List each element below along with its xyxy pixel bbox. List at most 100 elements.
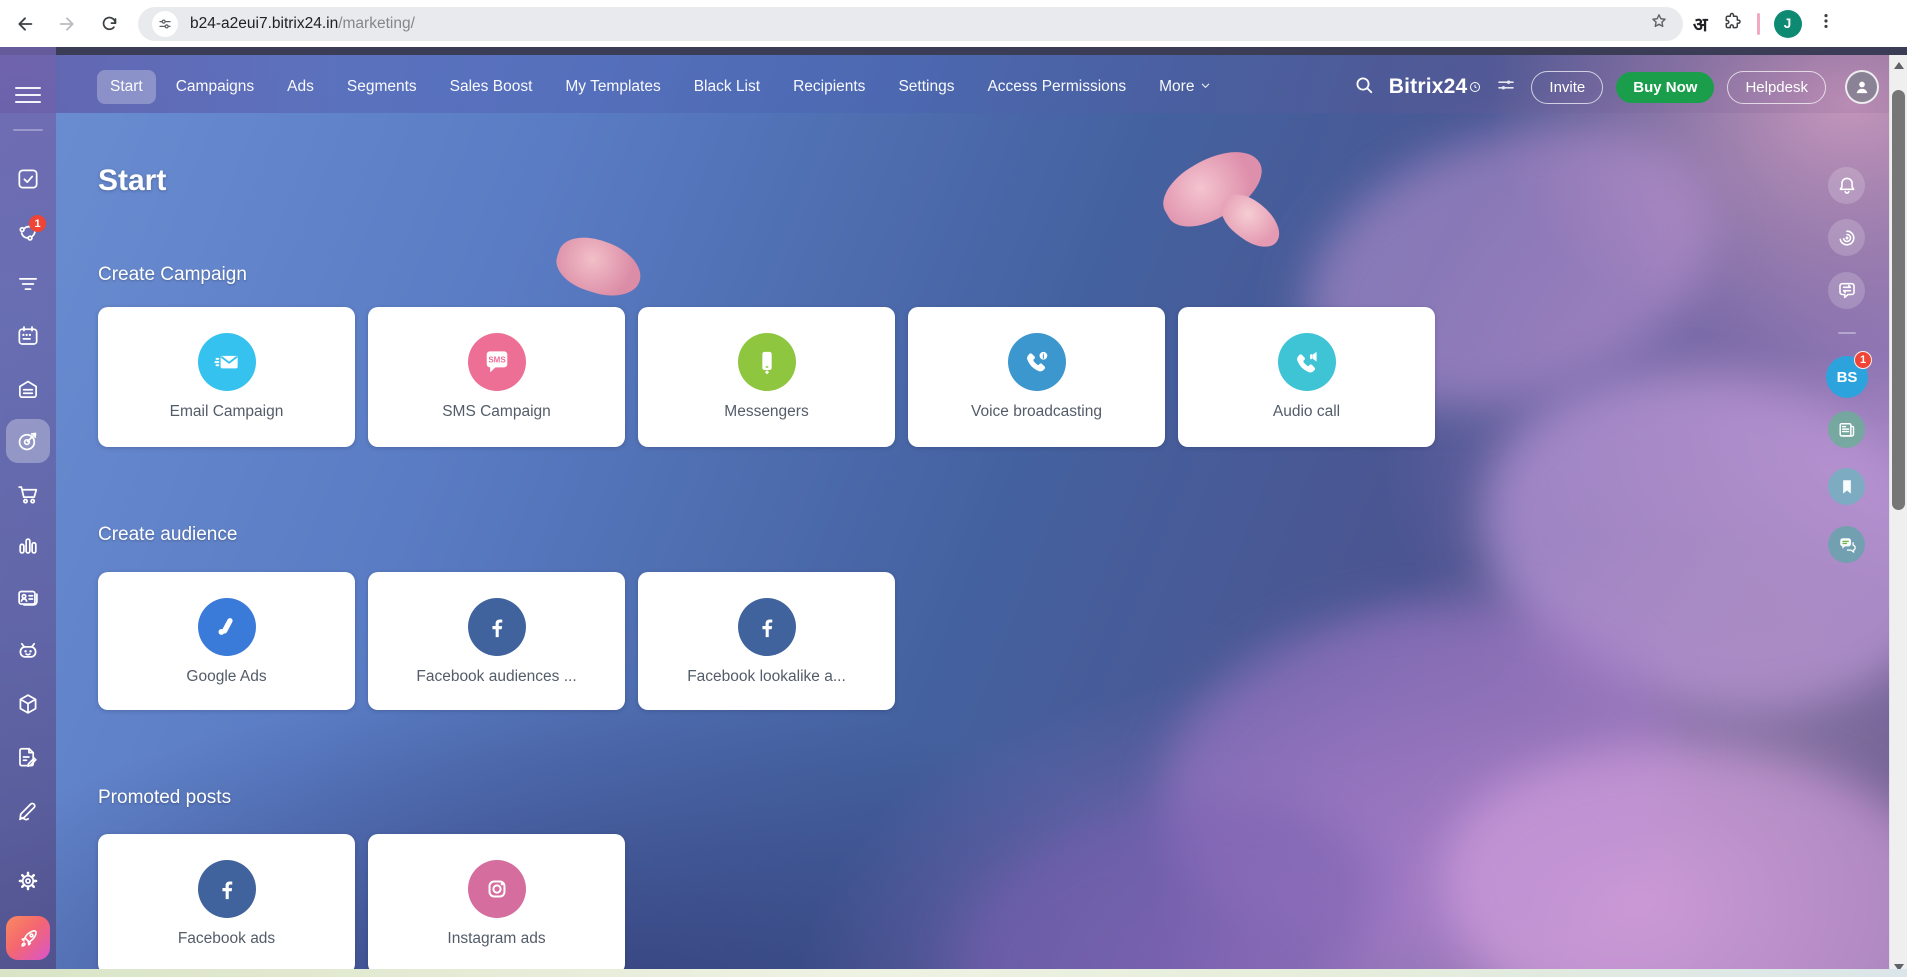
hamburger-menu-icon[interactable] [15, 87, 41, 105]
instagram-icon [468, 860, 526, 918]
sales-cart-icon [15, 481, 41, 507]
user-avatar[interactable] [1845, 70, 1879, 104]
nav-item-settings[interactable]: Settings [885, 70, 967, 104]
card-facebook-audiences[interactable]: Facebook audiences ... [368, 572, 625, 710]
helpdesk-button[interactable]: Helpdesk [1727, 71, 1826, 104]
calendar-icon [15, 323, 41, 349]
url-path: /marketing/ [338, 15, 415, 32]
card-voice-broadcasting[interactable]: iVoice broadcasting [908, 307, 1165, 447]
browser-menu-kebab-icon[interactable] [1816, 11, 1836, 36]
card-facebook-lookalike-a[interactable]: Facebook lookalike a... [638, 572, 895, 710]
card-messengers[interactable]: Messengers [638, 307, 895, 447]
facebook-icon [738, 598, 796, 656]
card-label: Audio call [1273, 403, 1340, 421]
nav-item-more[interactable]: More [1146, 70, 1224, 104]
sidebar-item-tasks[interactable] [6, 157, 50, 201]
card-google-ads[interactable]: Google Ads [98, 572, 355, 710]
portal-avatar-initials: BS [1837, 369, 1858, 386]
rail-item-notifications-bell[interactable] [1828, 167, 1865, 204]
svg-text:i: i [1042, 352, 1044, 360]
card-email-campaign[interactable]: Email Campaign [98, 307, 355, 447]
rocket-icon [16, 926, 41, 951]
sidebar-item-ai-robot[interactable] [6, 629, 50, 673]
nav-item-label: Campaigns [176, 78, 254, 96]
card-row: Email CampaignSMSSMS CampaignMessengersi… [98, 307, 1435, 447]
scrollbar-thumb[interactable] [1892, 90, 1905, 510]
bottom-strip [0, 969, 1907, 977]
nav-item-label: Settings [898, 78, 954, 96]
site-settings-icon[interactable] [152, 11, 178, 37]
nav-item-my-templates[interactable]: My Templates [552, 70, 673, 104]
browser-reload-button[interactable] [92, 7, 126, 41]
search-icon[interactable] [1352, 73, 1376, 102]
sms-campaign-icon: SMS [468, 333, 526, 391]
translate-icon[interactable]: अ [1693, 11, 1708, 37]
browser-back-button[interactable] [8, 7, 42, 41]
sidebar-item-drive[interactable] [6, 367, 50, 411]
bookmark-star-icon[interactable] [1649, 11, 1669, 36]
sidebar-item-e-signature[interactable] [6, 788, 50, 832]
nav-item-label: Start [110, 78, 143, 96]
nav-item-start[interactable]: Start [97, 70, 156, 104]
nav-item-label: Segments [347, 78, 417, 96]
nav-item-sales-boost[interactable]: Sales Boost [437, 70, 546, 104]
card-facebook-ads[interactable]: Facebook ads [98, 834, 355, 974]
rail-item-translate-chat[interactable] [1828, 272, 1865, 309]
rail-item-copilot[interactable] [1828, 219, 1865, 256]
sidebar-item-analytics-chart[interactable] [6, 524, 50, 568]
window-top-band [0, 47, 1907, 55]
sidebar-item-calendar[interactable] [6, 314, 50, 358]
browser-forward-button[interactable] [50, 7, 84, 41]
section-title-promoted-posts: Promoted posts [98, 787, 231, 809]
nav-item-label: Ads [287, 78, 314, 96]
card-label: Email Campaign [170, 403, 284, 421]
sidebar-item-crm-funnel[interactable] [6, 262, 50, 306]
portal-avatar-bs[interactable]: BS 1 [1826, 356, 1868, 398]
buy-now-button[interactable]: Buy Now [1616, 72, 1714, 103]
card-sms-campaign[interactable]: SMSSMS Campaign [368, 307, 625, 447]
section-title-create-audience: Create audience [98, 524, 237, 546]
sidebar-divider [13, 129, 43, 131]
contact-center-icon [15, 585, 41, 611]
nav-item-access-permissions[interactable]: Access Permissions [974, 70, 1139, 104]
sidebar-item-sales-cart[interactable] [6, 472, 50, 516]
sliders-icon[interactable] [1494, 73, 1518, 102]
extensions-puzzle-icon[interactable] [1722, 11, 1743, 37]
nav-item-segments[interactable]: Segments [334, 70, 430, 104]
nav-item-campaigns[interactable]: Campaigns [163, 70, 267, 104]
sidebar-item-rocket[interactable] [6, 916, 50, 960]
ai-robot-icon [15, 638, 41, 664]
collab-icon: 1 [15, 219, 41, 245]
analytics-chart-icon [15, 533, 41, 559]
page-scrollbar[interactable] [1889, 55, 1907, 977]
logo-text: Bitrix24 [1389, 75, 1468, 99]
nav-item-black-list[interactable]: Black List [681, 70, 773, 104]
address-bar[interactable]: b24-a2eui7.bitrix24.in/marketing/ [138, 7, 1683, 41]
rail-item-chats[interactable] [1828, 526, 1865, 563]
sidebar-item-marketing-target[interactable] [6, 419, 50, 463]
sidebar-item-market-cube[interactable] [6, 682, 50, 726]
nav-item-ads[interactable]: Ads [274, 70, 327, 104]
card-instagram-ads[interactable]: Instagram ads [368, 834, 625, 974]
browser-toolbar: b24-a2eui7.bitrix24.in/marketing/ अ J [0, 0, 1907, 47]
section-title-create-campaign: Create Campaign [98, 264, 247, 286]
invite-button[interactable]: Invite [1531, 71, 1603, 104]
google-ads-icon [198, 598, 256, 656]
rail-item-news[interactable] [1828, 411, 1865, 448]
sidebar-item-sign-document[interactable] [6, 735, 50, 779]
rail-item-bookmark[interactable] [1828, 468, 1865, 505]
email-campaign-icon [198, 333, 256, 391]
card-audio-call[interactable]: Audio call [1178, 307, 1435, 447]
voice-broadcasting-icon: i [1008, 333, 1066, 391]
sidebar-item-collab[interactable]: 1 [6, 210, 50, 254]
marketing-target-icon [15, 428, 41, 454]
sidebar-item-contact-center[interactable] [6, 576, 50, 620]
browser-profile-avatar[interactable]: J [1774, 10, 1802, 38]
scrollbar-up-arrow[interactable] [1890, 55, 1907, 75]
sidebar-badge: 1 [29, 215, 46, 232]
nav-item-recipients[interactable]: Recipients [780, 70, 878, 104]
market-cube-icon [15, 691, 41, 717]
app-header: Start Campaigns Ads Segments Sales BoostMy T… [0, 55, 1907, 113]
sidebar-item-settings-gear[interactable] [6, 859, 50, 903]
card-label: Google Ads [186, 668, 266, 686]
